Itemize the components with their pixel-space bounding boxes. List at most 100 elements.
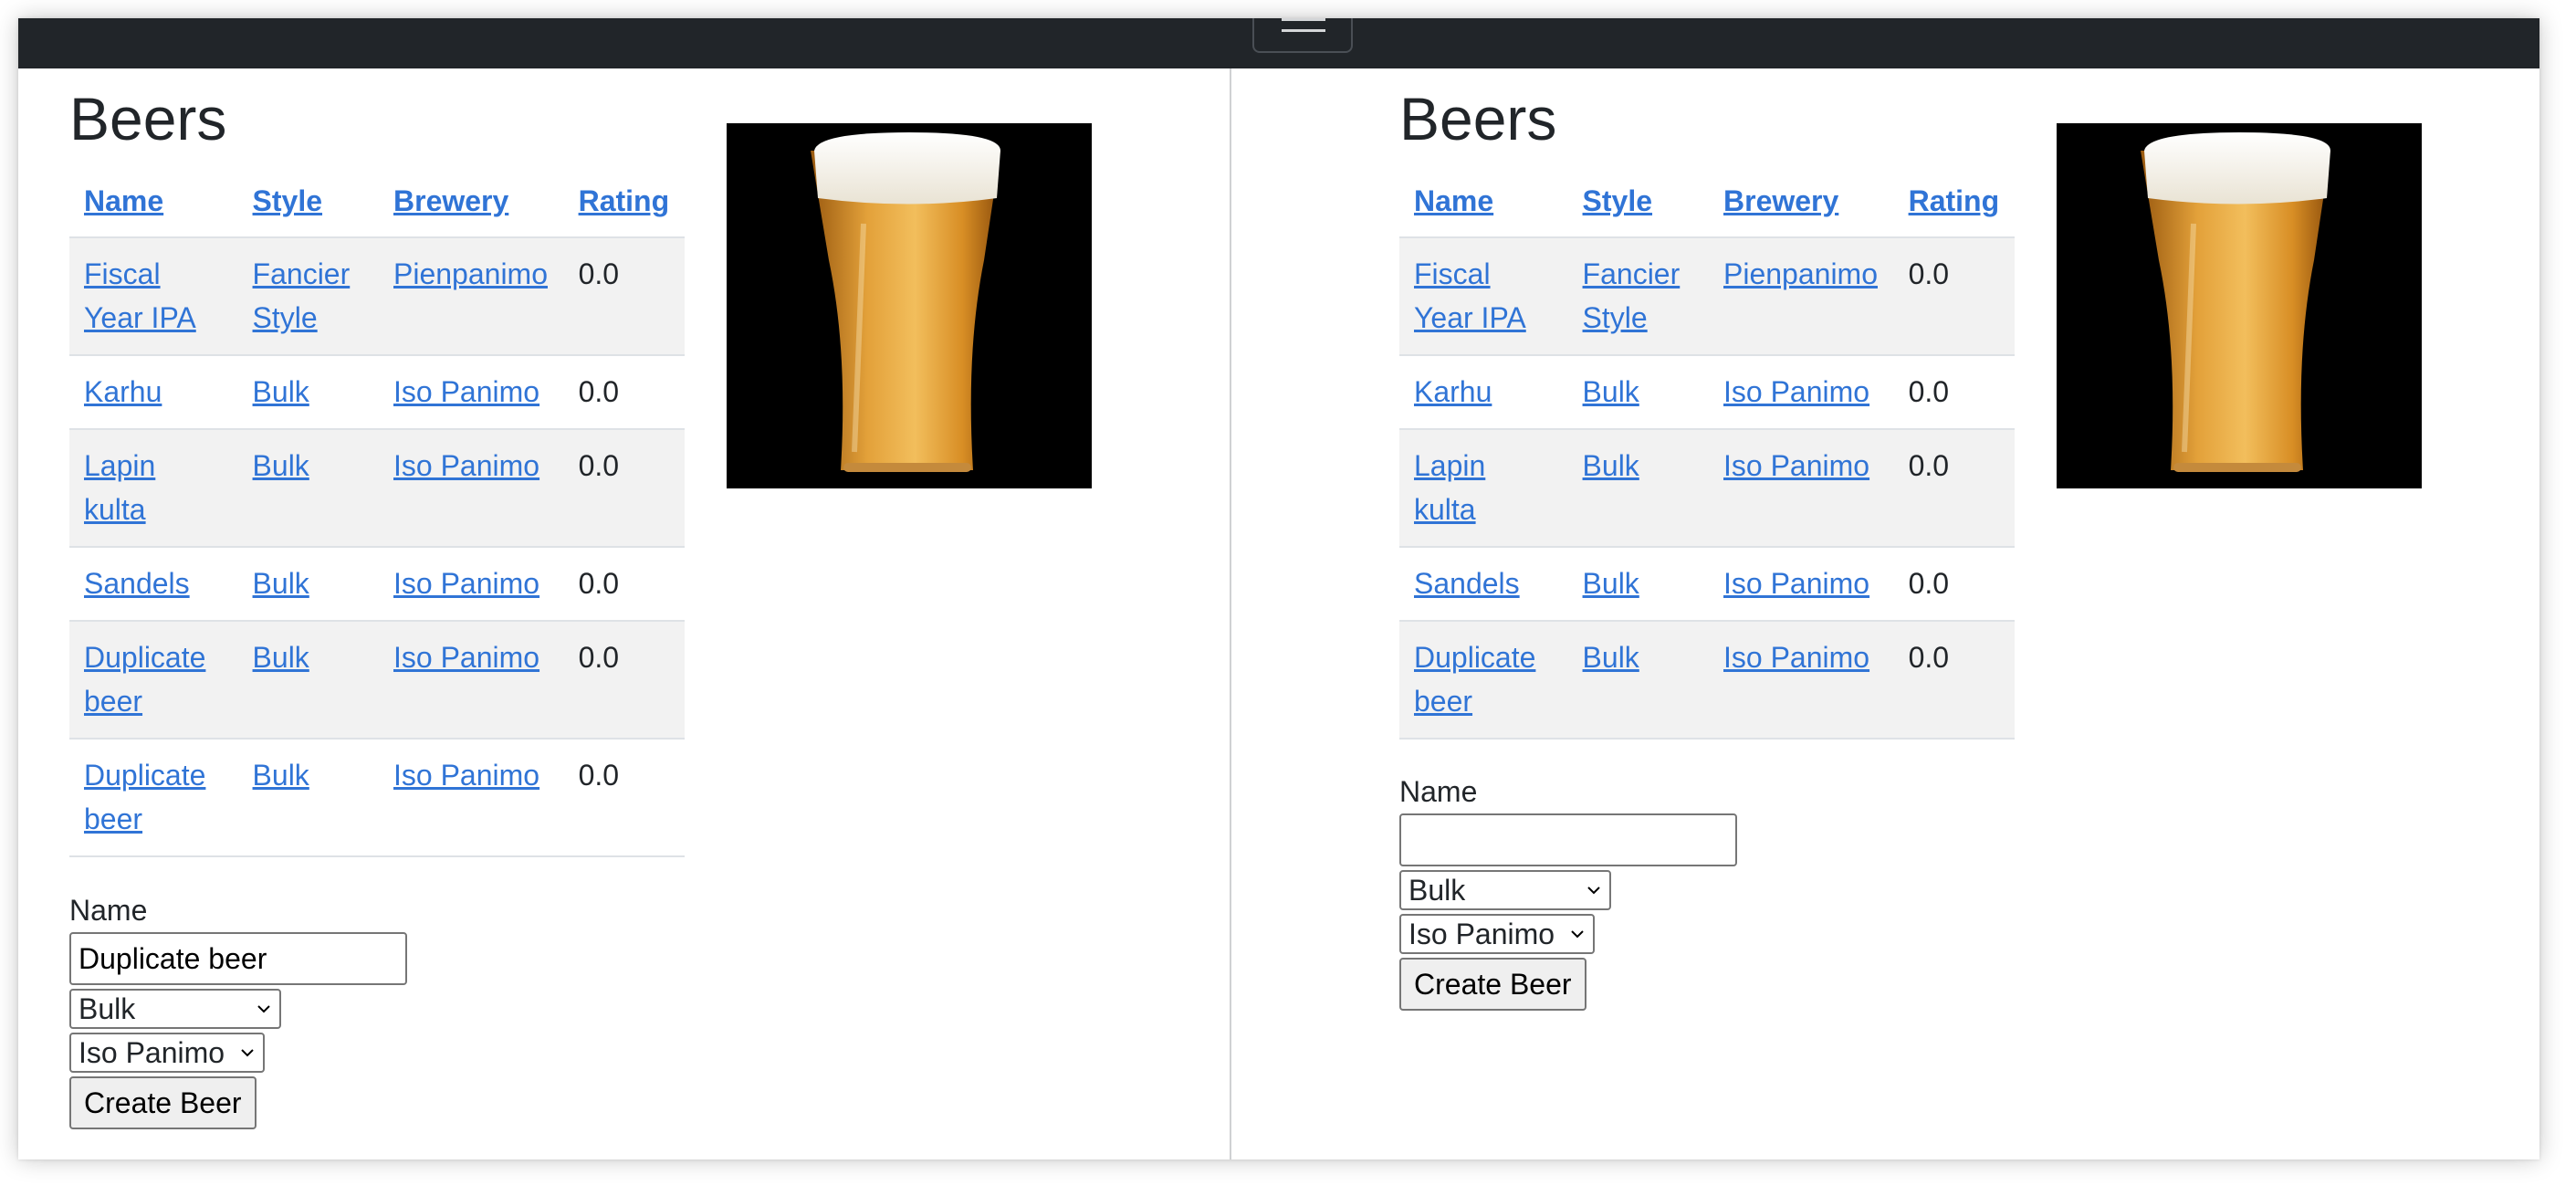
- beer-name-link[interactable]: Fiscal Year IPA: [1414, 257, 1526, 334]
- sort-by-style-link[interactable]: Style: [1583, 184, 1652, 217]
- beer-name-cell: Fiscal Year IPA: [1399, 237, 1568, 356]
- sort-by-name-link[interactable]: Name: [84, 184, 163, 217]
- style-link[interactable]: Bulk: [1583, 375, 1639, 408]
- brewery-link[interactable]: Iso Panimo: [1723, 641, 1869, 674]
- brewery-cell: Iso Panimo: [379, 547, 564, 622]
- beer-glass-image: [727, 123, 1092, 488]
- page-title: Beers: [69, 85, 227, 152]
- brewery-select-value: Iso Panimo: [1408, 917, 1555, 950]
- style-select[interactable]: Bulk: [69, 989, 281, 1029]
- style-link[interactable]: Bulk: [1583, 449, 1639, 482]
- beer-name-link[interactable]: Lapin kulta: [1414, 449, 1485, 526]
- rating-cell: 0.0: [563, 547, 685, 622]
- column-header-rating[interactable]: Rating: [1893, 172, 2015, 238]
- brewery-select[interactable]: Iso Panimo: [69, 1033, 265, 1073]
- beer-name-cell: Karhu: [69, 355, 238, 430]
- style-link[interactable]: Bulk: [1583, 641, 1639, 674]
- beer-name-link[interactable]: Sandels: [84, 567, 190, 600]
- style-link[interactable]: Bulk: [253, 375, 309, 408]
- table-row: Sandels Bulk Iso Panimo 0.0: [1399, 547, 2015, 622]
- style-cell: Bulk: [1567, 429, 1709, 548]
- hamburger-icon: [1282, 18, 1325, 21]
- table-row: Lapin kulta Bulk Iso Panimo 0.0: [69, 429, 685, 548]
- table-header-row: Name Style Brewery Rating: [69, 172, 685, 238]
- beers-table: Name Style Brewery Rating Fiscal Year IP…: [69, 172, 685, 857]
- style-cell: Bulk: [237, 355, 379, 430]
- beer-name-cell: Karhu: [1399, 355, 1568, 430]
- create-beer-button[interactable]: Create Beer: [1399, 958, 1586, 1011]
- rating-cell: 0.0: [1893, 547, 2015, 622]
- beer-name-cell: Duplicate beer: [69, 739, 238, 857]
- beer-name-link[interactable]: Fiscal Year IPA: [84, 257, 196, 334]
- name-input[interactable]: [1399, 813, 1737, 866]
- brewery-cell: Iso Panimo: [1709, 429, 1894, 548]
- brewery-link[interactable]: Iso Panimo: [1723, 375, 1869, 408]
- create-beer-button[interactable]: Create Beer: [69, 1076, 257, 1129]
- rating-cell: 0.0: [563, 237, 685, 356]
- beer-name-link[interactable]: Lapin kulta: [84, 449, 155, 526]
- column-header-brewery[interactable]: Brewery: [379, 172, 564, 238]
- brewery-link[interactable]: Pienpanimo: [393, 257, 548, 290]
- brewery-link[interactable]: Iso Panimo: [393, 449, 539, 482]
- style-cell: Fancier Style: [1567, 237, 1709, 356]
- right-pane: Beers Name Style Brewery Rating Fiscal Y…: [1231, 68, 2539, 1159]
- brewery-select[interactable]: Iso Panimo: [1399, 914, 1595, 954]
- beer-name-link[interactable]: Duplicate beer: [84, 759, 205, 835]
- table-header-row: Name Style Brewery Rating: [1399, 172, 2015, 238]
- column-header-brewery[interactable]: Brewery: [1709, 172, 1894, 238]
- chevron-down-icon: [241, 1049, 254, 1057]
- brewery-link[interactable]: Iso Panimo: [1723, 567, 1869, 600]
- table-row: Duplicate beer Bulk Iso Panimo 0.0: [69, 739, 685, 857]
- beer-name-cell: Fiscal Year IPA: [69, 237, 238, 356]
- brewery-link[interactable]: Iso Panimo: [1723, 449, 1869, 482]
- sort-by-style-link[interactable]: Style: [253, 184, 322, 217]
- table-row: Duplicate beer Bulk Iso Panimo 0.0: [69, 621, 685, 740]
- rating-cell: 0.0: [563, 621, 685, 740]
- sort-by-brewery-link[interactable]: Brewery: [1723, 184, 1838, 217]
- beer-name-cell: Duplicate beer: [69, 621, 238, 740]
- column-header-style[interactable]: Style: [237, 172, 379, 238]
- beer-name-cell: Sandels: [1399, 547, 1568, 622]
- left-pane: Beers Name Style Brewery Rating Fiscal Y…: [18, 68, 1230, 1159]
- sort-by-rating-link[interactable]: Rating: [1909, 184, 2000, 217]
- brewery-cell: Iso Panimo: [379, 621, 564, 740]
- table-row: Lapin kulta Bulk Iso Panimo 0.0: [1399, 429, 2015, 548]
- brewery-link[interactable]: Pienpanimo: [1723, 257, 1878, 290]
- style-link[interactable]: Bulk: [1583, 567, 1639, 600]
- brewery-link[interactable]: Iso Panimo: [393, 759, 539, 792]
- style-link[interactable]: Bulk: [253, 449, 309, 482]
- brewery-cell: Iso Panimo: [379, 739, 564, 857]
- brewery-link[interactable]: Iso Panimo: [393, 567, 539, 600]
- style-select[interactable]: Bulk: [1399, 870, 1611, 910]
- rating-cell: 0.0: [1893, 429, 2015, 548]
- sort-by-brewery-link[interactable]: Brewery: [393, 184, 508, 217]
- beer-name-link[interactable]: Karhu: [1414, 375, 1492, 408]
- style-link[interactable]: Bulk: [253, 641, 309, 674]
- style-cell: Fancier Style: [237, 237, 379, 356]
- beer-name-link[interactable]: Karhu: [84, 375, 162, 408]
- sort-by-name-link[interactable]: Name: [1414, 184, 1493, 217]
- table-row: Fiscal Year IPA Fancier Style Pienpanimo…: [69, 237, 685, 356]
- column-header-name[interactable]: Name: [1399, 172, 1568, 238]
- style-link[interactable]: Fancier Style: [1583, 257, 1681, 334]
- name-input[interactable]: [69, 932, 407, 985]
- style-link[interactable]: Bulk: [253, 567, 309, 600]
- column-header-style[interactable]: Style: [1567, 172, 1709, 238]
- navbar: [18, 18, 2539, 68]
- beer-name-link[interactable]: Sandels: [1414, 567, 1520, 600]
- name-label: Name: [69, 894, 148, 927]
- beer-name-link[interactable]: Duplicate beer: [84, 641, 205, 718]
- style-link[interactable]: Fancier Style: [253, 257, 351, 334]
- sort-by-rating-link[interactable]: Rating: [579, 184, 670, 217]
- navbar-toggler-button[interactable]: [1252, 18, 1353, 53]
- beer-glass-illustration: [2141, 132, 2330, 472]
- column-header-rating[interactable]: Rating: [563, 172, 685, 238]
- brewery-link[interactable]: Iso Panimo: [393, 375, 539, 408]
- name-label: Name: [1399, 775, 1478, 808]
- brewery-link[interactable]: Iso Panimo: [393, 641, 539, 674]
- style-link[interactable]: Bulk: [253, 759, 309, 792]
- column-header-name[interactable]: Name: [69, 172, 238, 238]
- style-cell: Bulk: [237, 621, 379, 740]
- beer-name-link[interactable]: Duplicate beer: [1414, 641, 1535, 718]
- rating-cell: 0.0: [563, 739, 685, 857]
